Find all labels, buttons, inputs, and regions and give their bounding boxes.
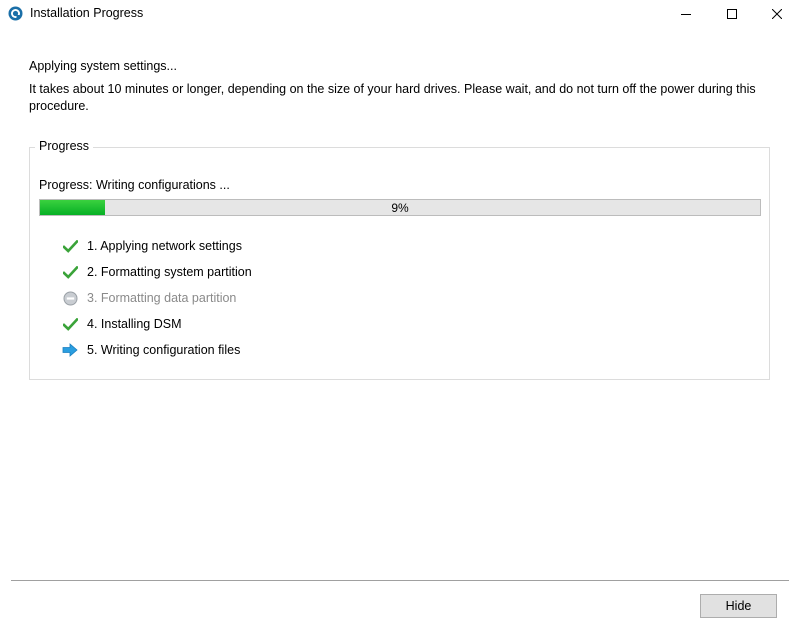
check-icon: [62, 316, 78, 332]
step-label: 4. Installing DSM: [87, 317, 182, 331]
step-label: 5. Writing configuration files: [87, 343, 241, 357]
footer-divider: [11, 580, 789, 581]
minimize-icon: [681, 14, 691, 15]
title-bar: Installation Progress: [0, 0, 798, 28]
close-button[interactable]: [754, 0, 798, 28]
close-icon: [772, 9, 782, 19]
progress-bar: 9%: [39, 199, 761, 216]
progress-percent: 9%: [391, 200, 409, 215]
maximize-icon: [727, 9, 737, 19]
status-description: It takes about 10 minutes or longer, dep…: [29, 82, 756, 113]
hide-button[interactable]: Hide: [700, 594, 777, 618]
minus-circle-icon: [62, 290, 78, 306]
step-item: 4. Installing DSM: [62, 315, 181, 333]
arrow-right-icon: [62, 342, 78, 358]
progress-group-title: Progress: [35, 139, 94, 153]
step-label: 1. Applying network settings: [87, 239, 242, 253]
step-label: 2. Formatting system partition: [87, 265, 252, 279]
step-item: 3. Formatting data partition: [62, 289, 236, 307]
step-item: 1. Applying network settings: [62, 237, 242, 255]
status-heading: Applying system settings...: [29, 59, 177, 73]
progress-status-label: Progress: Writing configurations ...: [39, 178, 230, 192]
step-item: 5. Writing configuration files: [62, 341, 240, 359]
window-title: Installation Progress: [30, 6, 144, 20]
check-icon: [62, 238, 78, 254]
minimize-button[interactable]: [663, 0, 709, 28]
synology-assistant-icon: [8, 6, 23, 21]
step-label: 3. Formatting data partition: [87, 291, 237, 305]
maximize-button[interactable]: [709, 0, 755, 28]
check-icon: [62, 264, 78, 280]
step-item: 2. Formatting system partition: [62, 263, 252, 281]
